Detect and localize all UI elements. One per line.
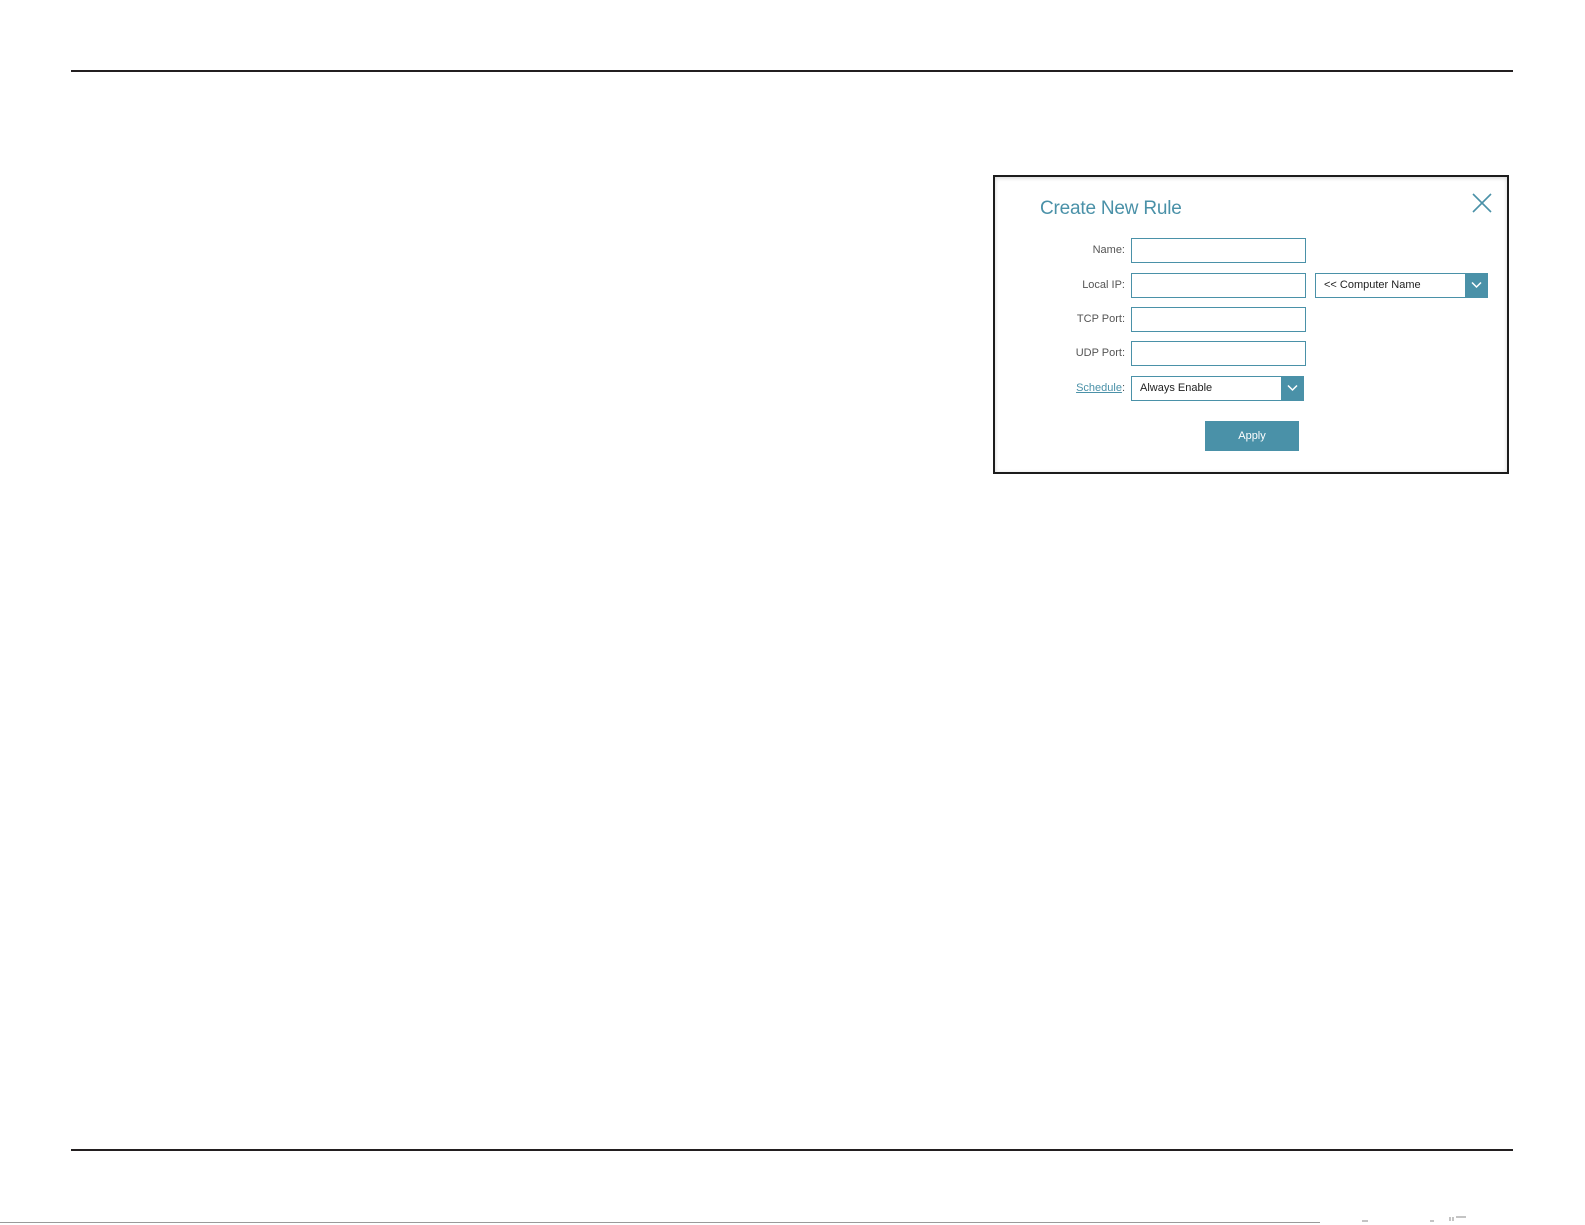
create-rule-dialog: Create New Rule Name: Local IP: << Compu… — [993, 175, 1509, 474]
apply-button[interactable]: Apply — [1205, 421, 1299, 451]
schedule-link[interactable]: Schedule — [1076, 382, 1122, 394]
tcp-port-label: TCP Port: — [1076, 313, 1125, 325]
local-ip-label: Local IP: — [1082, 279, 1125, 291]
computer-name-select[interactable]: << Computer Name — [1315, 273, 1488, 298]
schedule-select[interactable]: Always Enable — [1131, 376, 1304, 401]
schedule-select-value: Always Enable — [1140, 382, 1213, 394]
chevron-down-icon — [1287, 384, 1298, 392]
page: Create New Rule Name: Local IP: << Compu… — [0, 0, 1585, 1225]
name-input[interactable] — [1131, 238, 1306, 263]
udp-port-input[interactable] — [1131, 341, 1306, 366]
page-edge-line — [0, 1222, 1320, 1223]
chevron-down-icon — [1471, 281, 1482, 289]
schedule-label: Schedule: — [995, 382, 1125, 394]
dialog-title: Create New Rule — [1040, 198, 1182, 219]
close-icon — [1472, 193, 1492, 213]
bottom-divider — [71, 1149, 1513, 1151]
schedule-dropdown-button[interactable] — [1281, 376, 1304, 401]
computer-name-select-value: << Computer Name — [1324, 279, 1421, 291]
top-divider — [71, 70, 1513, 72]
udp-port-label: UDP Port: — [1075, 347, 1125, 359]
schedule-label-colon: : — [1121, 382, 1125, 394]
scan-artifact-marks — [1362, 1216, 1466, 1222]
computer-name-dropdown-button[interactable] — [1465, 273, 1488, 298]
close-button[interactable] — [1471, 192, 1493, 214]
local-ip-input[interactable] — [1131, 273, 1306, 298]
tcp-port-input[interactable] — [1131, 307, 1306, 332]
name-label: Name: — [1092, 244, 1125, 256]
